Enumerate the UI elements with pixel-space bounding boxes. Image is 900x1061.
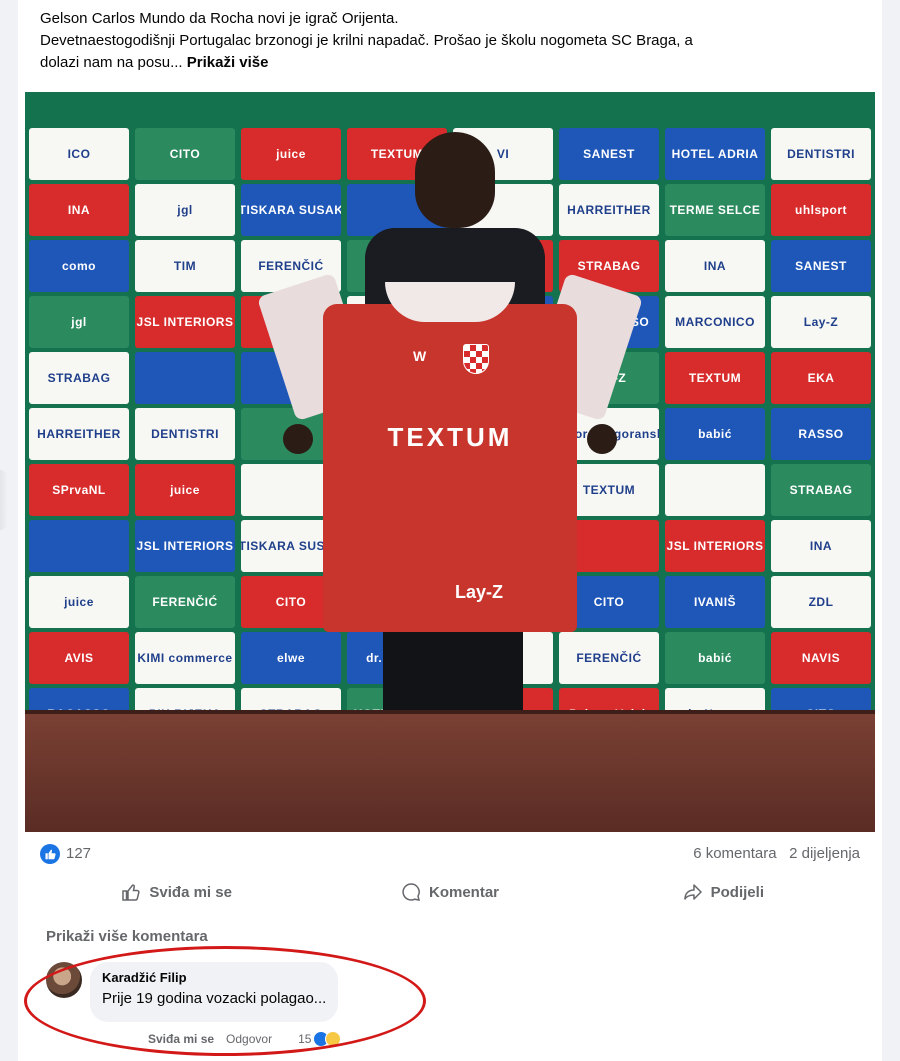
sponsor-tile: HOTEL ADRIA — [665, 128, 765, 180]
comment-reply-link[interactable]: Odgovor — [226, 1032, 272, 1046]
comment-author[interactable]: Karadžić Filip — [102, 970, 326, 985]
share-count[interactable]: 2 dijeljenja — [789, 845, 860, 862]
kit-maker-logo: W — [413, 348, 427, 364]
sponsor-tile: como — [29, 240, 129, 292]
sponsor-tile: TIM — [135, 240, 235, 292]
sponsor-tile: babić — [665, 632, 765, 684]
club-crest-icon — [463, 344, 489, 374]
like-button[interactable]: Sviđa mi se — [40, 872, 313, 912]
sponsor-tile: jgl — [135, 184, 235, 236]
like-count[interactable]: 127 — [66, 845, 91, 862]
sponsor-tile: INA — [29, 184, 129, 236]
sponsor-tile: ZDL — [771, 576, 871, 628]
comment-reactions[interactable]: 15 — [298, 1031, 342, 1047]
sponsor-tile: MARCONICO — [665, 296, 765, 348]
sponsor-tile: juice — [135, 464, 235, 516]
sponsor-tile: INA — [665, 240, 765, 292]
sponsor-tile: HARREITHER — [29, 408, 129, 460]
sponsor-tile: TEXTUM — [665, 352, 765, 404]
player-head — [415, 132, 495, 228]
sponsor-tile: STRABAG — [771, 464, 871, 516]
player-left-hand — [283, 424, 313, 454]
show-more-comments-link[interactable]: Prikaži više komentara — [46, 928, 208, 945]
sponsor-tile: IVANIŠ — [665, 576, 765, 628]
comment-reaction-count: 15 — [298, 1032, 312, 1046]
jersey-sponsor: TEXTUM — [387, 422, 513, 452]
sponsor-tile: babić — [665, 408, 765, 460]
club-jersey: W TEXTUM Lay-Z — [256, 272, 644, 632]
like-button-label: Sviđa mi se — [149, 883, 232, 901]
sponsor-tile: juice — [29, 576, 129, 628]
comment-bubble: Karadžić Filip Prije 19 godina vozacki p… — [90, 962, 339, 1022]
player-right-hand — [587, 424, 617, 454]
jersey-sponsor-2: Lay-Z — [455, 582, 504, 602]
jersey-collar — [385, 282, 515, 322]
desk-surface — [25, 714, 875, 832]
see-more-link[interactable]: Prikaži više — [187, 54, 269, 71]
share-arrow-icon — [683, 884, 702, 900]
sponsor-tile: TERME SELCE — [665, 184, 765, 236]
sponsor-tile: DENTISTRI — [135, 408, 235, 460]
comment-button[interactable]: Komentar — [313, 872, 586, 912]
jersey-shirt — [323, 304, 577, 632]
sponsor-tile: SPrvaNL — [29, 464, 129, 516]
sponsor-tile: FERENČIĆ — [135, 576, 235, 628]
post-text-truncated: dolazi nam na posu... — [40, 54, 187, 71]
sponsor-tile: uhlsport — [771, 184, 871, 236]
sponsor-tile: CITO — [135, 128, 235, 180]
share-button[interactable]: Podijeli — [587, 872, 860, 912]
post-text-line-1: Gelson Carlos Mundo da Rocha novi je igr… — [40, 10, 399, 27]
sponsor-tile: AVIS — [29, 632, 129, 684]
stats-right: 6 komentara 2 dijeljenja — [693, 845, 860, 862]
comment-like-link[interactable]: Sviđa mi se — [148, 1032, 214, 1046]
post-card: Gelson Carlos Mundo da Rocha novi je igr… — [18, 0, 882, 1061]
post-text-line-3: dolazi nam na posu... Prikaži više — [40, 52, 870, 74]
comment-text: Prije 19 godina vozacki polagao... — [102, 990, 327, 1007]
sponsor-tile: SANEST — [771, 240, 871, 292]
share-button-label: Podijeli — [710, 883, 764, 901]
like-reaction-icon[interactable] — [40, 844, 60, 864]
comment-bubble-icon — [402, 883, 421, 901]
post-text: Gelson Carlos Mundo da Rocha novi je igr… — [40, 8, 870, 74]
sponsor-tile: JSL INTERIORS — [135, 296, 235, 348]
sponsor-tile — [135, 352, 235, 404]
sponsor-tile: RASSO — [771, 408, 871, 460]
sponsor-tile — [665, 464, 765, 516]
sponsor-tile: KIMI commerce — [135, 632, 235, 684]
haha-reaction-icon — [325, 1031, 342, 1047]
thumbs-up-icon — [122, 884, 140, 901]
sponsor-tile: NAVIS — [771, 632, 871, 684]
post-actions: Sviđa mi se Komentar Podijeli — [40, 872, 860, 912]
comment-actions: Sviđa mi se Odgovor 15 — [148, 1031, 342, 1047]
sponsor-tile: EKA — [771, 352, 871, 404]
commenter-avatar[interactable] — [46, 962, 82, 998]
sponsor-tile: STRABAG — [29, 352, 129, 404]
sponsor-tile: JSL INTERIORS — [135, 520, 235, 572]
side-scroll-indicator — [0, 470, 8, 530]
sponsor-tile: ICO — [29, 128, 129, 180]
sponsor-tile — [29, 520, 129, 572]
post-text-line-2: Devetnaestogodišnji Portugalac brzonogi … — [40, 32, 693, 49]
sponsor-tile: DENTISTRI — [771, 128, 871, 180]
player-figure: W TEXTUM Lay-Z — [256, 132, 644, 714]
sponsor-tile: INA — [771, 520, 871, 572]
sponsor-tile: JSL INTERIORS — [665, 520, 765, 572]
post-photo[interactable]: ICO CITO juice TEXTUM VI SANEST HOTEL ADRIA DEN… — [25, 92, 875, 832]
comment-button-label: Komentar — [428, 883, 499, 901]
sponsor-tile: Lay-Z — [771, 296, 871, 348]
sponsor-tile: jgl — [29, 296, 129, 348]
post-stats: 127 6 komentara 2 dijeljenja — [40, 842, 860, 866]
comment-count[interactable]: 6 komentara — [693, 845, 776, 862]
